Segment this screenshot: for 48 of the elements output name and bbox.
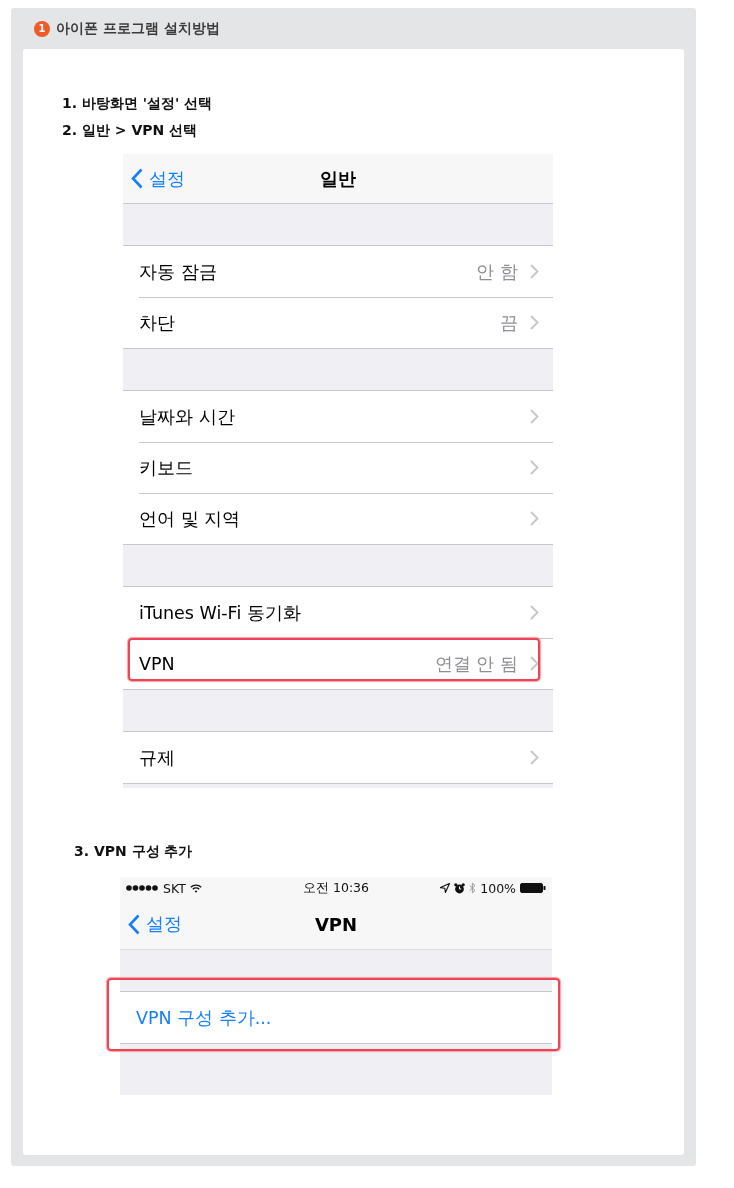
step-text: 3. VPN 구성 추가 bbox=[74, 842, 193, 861]
add-configuration-button[interactable]: VPN 구성 추가... bbox=[136, 1005, 272, 1030]
nav-title: 일반 bbox=[320, 166, 356, 191]
row-label: 자동 잠금 bbox=[139, 260, 218, 284]
row-label: 차단 bbox=[139, 311, 176, 335]
row-value: 끔 bbox=[500, 311, 518, 335]
panel-title: 아이폰 프로그램 설치방법 bbox=[56, 19, 220, 38]
back-button[interactable]: 설정 bbox=[120, 911, 182, 937]
settings-row[interactable]: 언어 및 지역 bbox=[123, 493, 553, 544]
settings-row[interactable]: 규제 bbox=[123, 732, 553, 783]
number-badge: 1 bbox=[34, 20, 50, 37]
settings-row[interactable]: 날짜와 시간 bbox=[123, 391, 553, 442]
settings-row[interactable]: 키보드 bbox=[123, 442, 553, 493]
row-value: 안 함 bbox=[476, 260, 518, 284]
settings-row[interactable]: 차단 끔 bbox=[123, 297, 553, 348]
nav-title: VPN bbox=[314, 913, 358, 935]
settings-row[interactable]: VPN 연결 안 됨 bbox=[123, 638, 553, 689]
chevron-right-icon bbox=[530, 315, 539, 330]
chevron-right-icon bbox=[530, 511, 539, 526]
row-label: iTunes Wi-Fi 동기화 bbox=[139, 601, 302, 625]
row-label: 언어 및 지역 bbox=[139, 507, 242, 531]
chevron-right-icon bbox=[530, 460, 539, 475]
chevron-right-icon bbox=[530, 264, 539, 279]
step-text: 1. 바탕화면 '설정' 선택 bbox=[62, 94, 213, 113]
step-text: 2. 일반 > VPN 선택 bbox=[62, 121, 198, 140]
chevron-left-icon bbox=[131, 168, 143, 189]
wifi-icon bbox=[189, 883, 202, 893]
chevron-right-icon bbox=[530, 656, 539, 671]
carrier-text: SKT bbox=[163, 880, 186, 896]
row-label: 규제 bbox=[139, 746, 176, 770]
chevron-right-icon bbox=[530, 605, 539, 620]
alarm-clock-icon bbox=[454, 882, 466, 894]
signal-dots-icon bbox=[126, 885, 159, 891]
settings-row[interactable]: iTunes Wi-Fi 동기화 bbox=[123, 587, 553, 638]
row-label: 날짜와 시간 bbox=[139, 405, 236, 429]
chevron-left-icon bbox=[128, 913, 140, 935]
row-label: 키보드 bbox=[139, 456, 194, 480]
chevron-right-icon bbox=[530, 409, 539, 424]
battery-percent: 100% bbox=[480, 880, 516, 896]
battery-icon bbox=[520, 883, 546, 893]
chevron-right-icon bbox=[530, 750, 539, 765]
row-value: 연결 안 됨 bbox=[434, 652, 518, 676]
settings-row[interactable]: 자동 잠금 안 함 bbox=[123, 246, 553, 297]
bluetooth-icon bbox=[469, 882, 477, 894]
back-button[interactable]: 설정 bbox=[123, 165, 185, 192]
location-arrow-icon bbox=[440, 883, 451, 893]
clock-text: 오전 10:36 bbox=[303, 879, 369, 897]
row-label: VPN bbox=[139, 653, 176, 674]
